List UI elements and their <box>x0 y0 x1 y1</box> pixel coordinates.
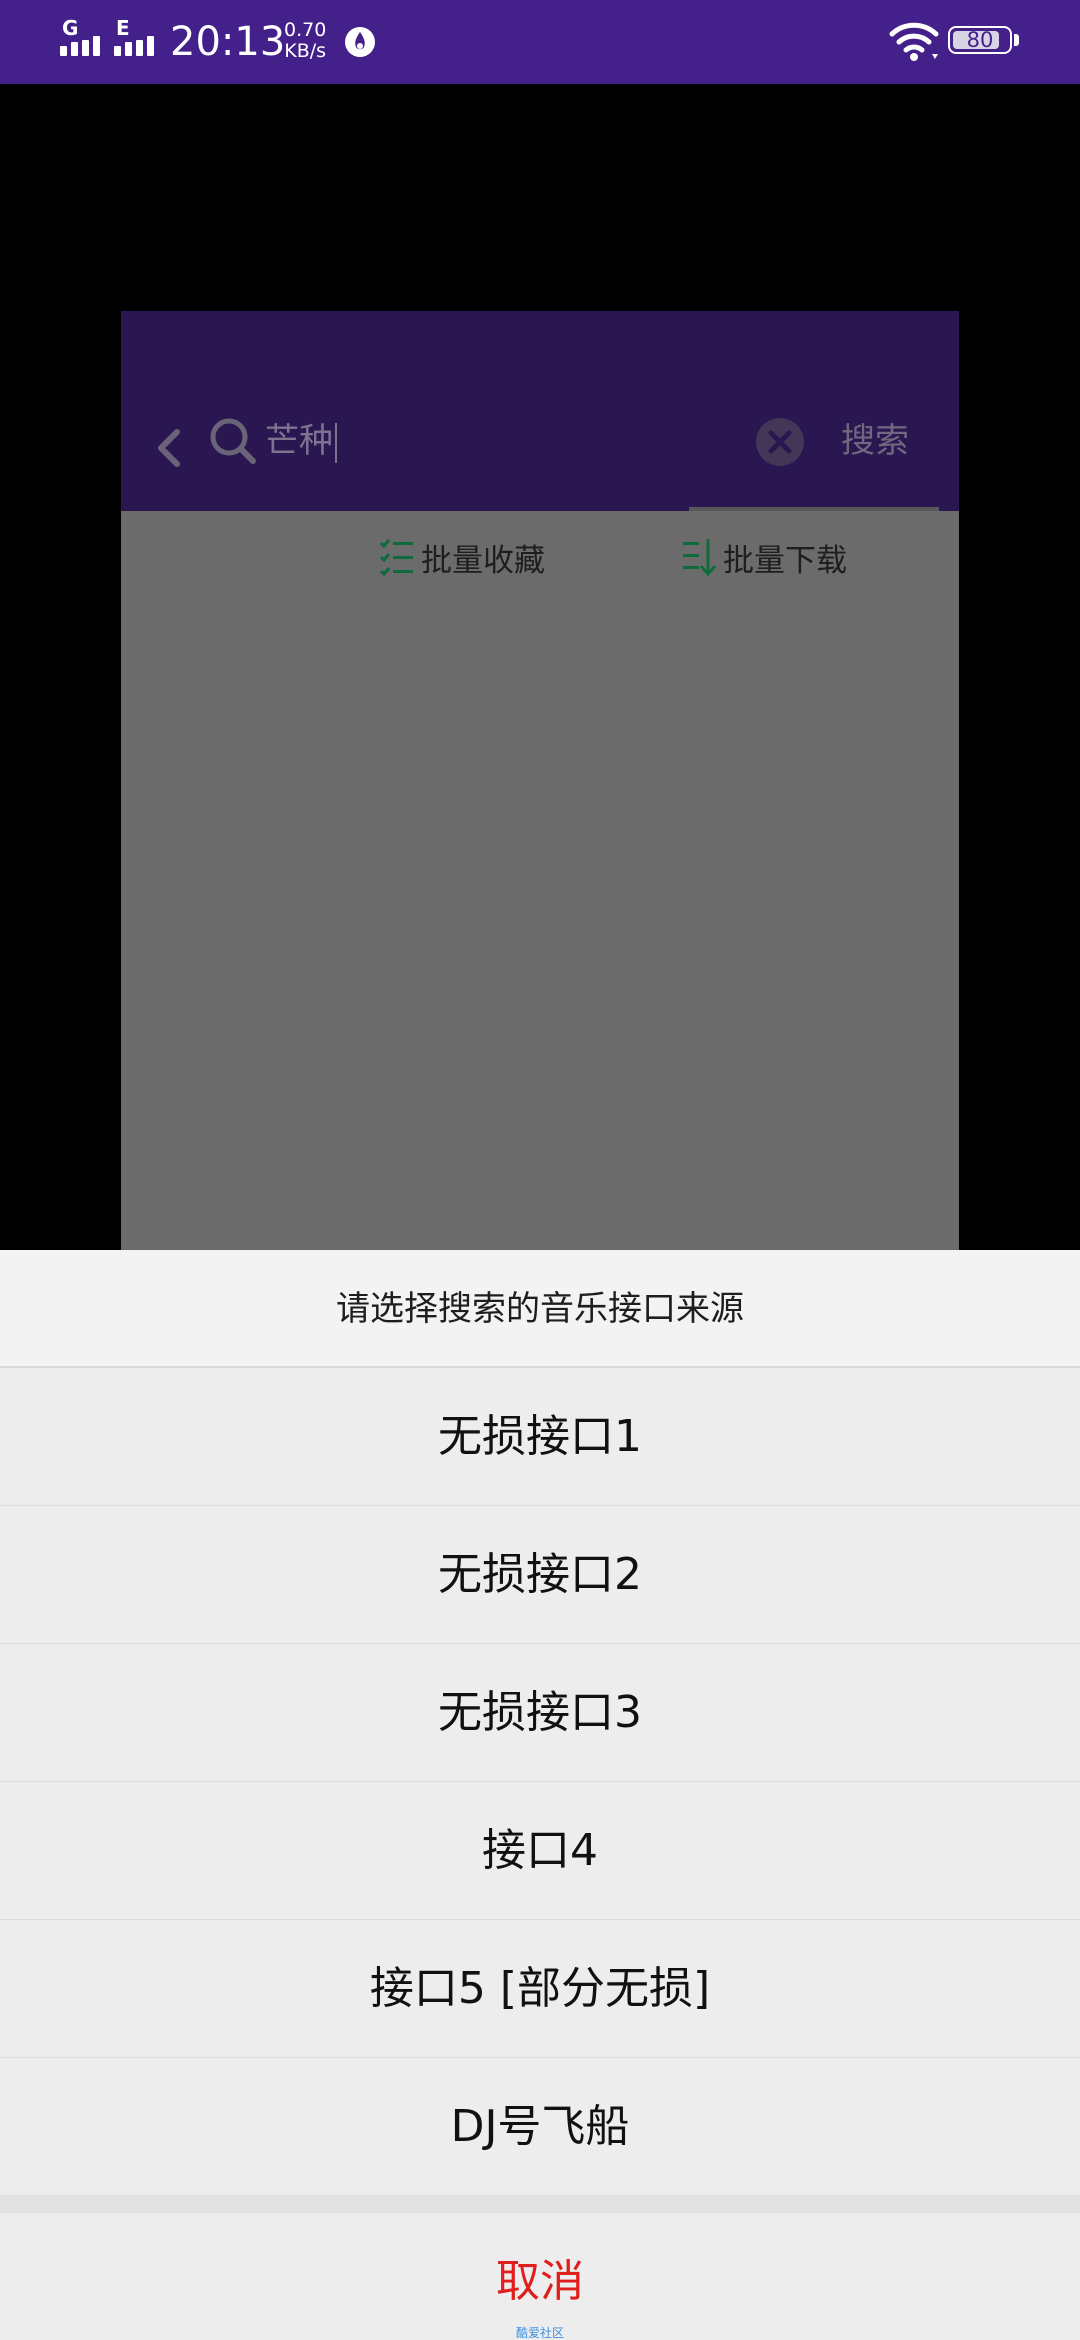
status-bar: G E 20:13 0.70 KB/s 80 <box>0 0 1080 84</box>
network-speed: 0.70 KB/s <box>284 20 326 62</box>
sim2-signal-icon: E <box>114 18 162 60</box>
back-icon[interactable] <box>151 424 187 472</box>
download-list-icon <box>683 539 717 577</box>
search-input[interactable]: 芒种 <box>265 417 337 465</box>
option-lossless-interface-3[interactable]: 无损接口3 <box>0 1644 1080 1782</box>
watermark: 酷爱社区 <box>515 2326 564 2340</box>
option-lossless-interface-1[interactable]: 无损接口1 <box>0 1368 1080 1506</box>
search-icon <box>210 418 256 464</box>
batch-download-label: 批量下载 <box>723 542 847 579</box>
sim2-network-type: E <box>116 16 130 40</box>
option-interface-4[interactable]: 接口4 <box>0 1782 1080 1920</box>
cancel-button[interactable]: 取消 <box>0 2213 1080 2340</box>
sim1-network-type: G <box>62 16 79 40</box>
clear-icon[interactable] <box>755 417 805 467</box>
batch-download-button[interactable]: 批量下载 <box>681 533 847 581</box>
search-input-value: 芒种 <box>265 421 333 461</box>
wifi-icon <box>889 22 939 61</box>
option-lossless-interface-2[interactable]: 无损接口2 <box>0 1506 1080 1644</box>
screen: G E 20:13 0.70 KB/s 80 芒种 搜索 批量收藏 批量下载 请… <box>0 0 1080 2340</box>
network-speed-unit: KB/s <box>284 40 327 62</box>
tab-indicator <box>689 507 939 511</box>
network-speed-value: 0.70 <box>284 19 327 41</box>
interface-source-action-sheet: 请选择搜索的音乐接口来源 无损接口1 无损接口2 无损接口3 接口4 接口5 [… <box>0 1250 1080 2340</box>
action-sheet-divider <box>0 2195 1080 2213</box>
battery-level: 80 <box>966 28 994 52</box>
search-button[interactable]: 搜索 <box>841 417 909 465</box>
status-time: 20:13 <box>170 19 286 65</box>
sim1-signal-icon: G <box>60 18 108 60</box>
checklist-icon <box>379 539 413 577</box>
action-sheet-title: 请选择搜索的音乐接口来源 <box>0 1250 1080 1368</box>
battery-icon: 80 <box>948 26 1020 58</box>
search-header: 芒种 搜索 <box>121 311 959 511</box>
app-background: 芒种 搜索 批量收藏 批量下载 <box>121 311 959 1251</box>
option-dj-spaceship[interactable]: DJ号飞船 <box>0 2058 1080 2196</box>
location-icon <box>345 27 375 57</box>
option-interface-5[interactable]: 接口5 [部分无损] <box>0 1920 1080 2058</box>
batch-favorite-label: 批量收藏 <box>421 542 545 579</box>
batch-favorite-button[interactable]: 批量收藏 <box>379 533 545 581</box>
